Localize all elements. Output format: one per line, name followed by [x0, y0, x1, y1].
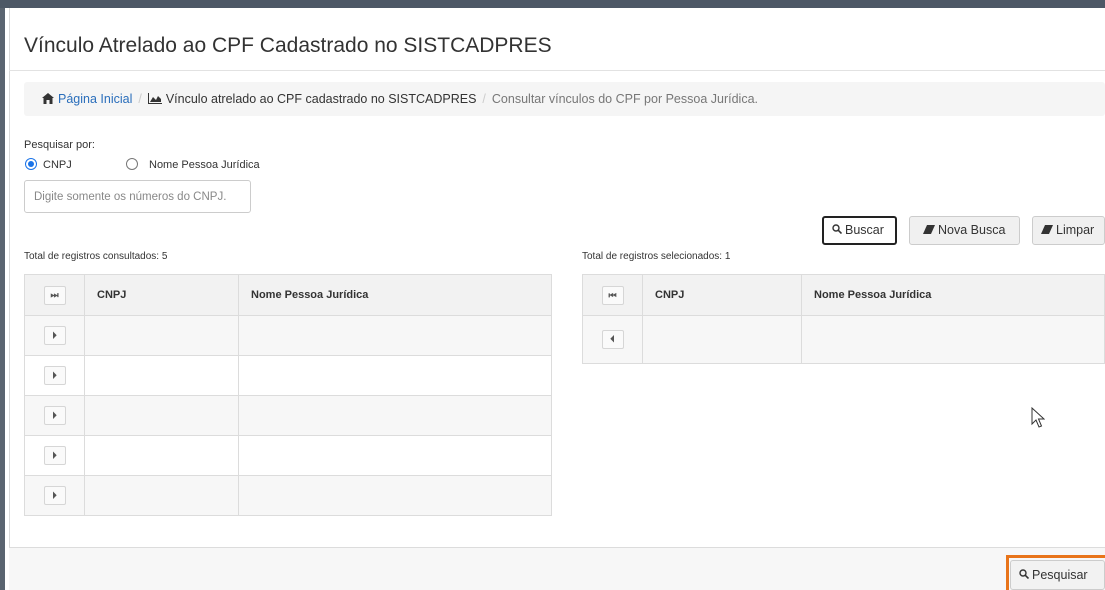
- table-header-nome: Nome Pessoa Jurídica: [801, 274, 1105, 316]
- move-right-icon[interactable]: ⏵: [43, 486, 66, 505]
- table-header-move-all: ⏭: [24, 274, 85, 316]
- breadcrumb-current: Consultar vínculos do CPF por Pessoa Jur…: [491, 92, 759, 106]
- nome-cell: [238, 475, 552, 516]
- pesquisar-label: Pesquisar: [1032, 568, 1088, 582]
- nome-cell: [238, 395, 552, 436]
- nome-cell: [238, 355, 552, 396]
- table-row: ⏴: [582, 315, 1105, 364]
- nome-cell: [238, 315, 552, 356]
- row-action-cell: ⏵: [24, 315, 85, 356]
- cnpj-input[interactable]: [24, 180, 251, 213]
- nova-busca-button[interactable]: Nova Busca: [909, 216, 1020, 245]
- move-all-left-icon[interactable]: ⏮: [601, 285, 624, 305]
- table-header-remove-all: ⏮: [582, 274, 643, 316]
- page-title: Vínculo Atrelado ao CPF Cadastrado no SI…: [24, 34, 552, 57]
- table-row: ⏵: [24, 435, 552, 476]
- limpar-button[interactable]: Limpar: [1032, 216, 1105, 245]
- breadcrumb-home-link[interactable]: Página Inicial: [58, 92, 132, 106]
- move-right-icon[interactable]: ⏵: [43, 446, 66, 465]
- radio-nome-pessoa-juridica[interactable]: [126, 158, 138, 170]
- buscar-label: Buscar: [845, 223, 884, 237]
- eraser-icon: [1041, 217, 1053, 244]
- row-action-cell: ⏵: [24, 395, 85, 436]
- consulted-table: ⏭ CNPJ Nome Pessoa Jurídica ⏵ ⏵ ⏵ ⏵ ⏵: [24, 274, 552, 516]
- breadcrumb: Página Inicial / Vínculo atrelado ao CPF …: [24, 82, 1105, 116]
- move-right-icon[interactable]: ⏵: [43, 326, 66, 345]
- nova-busca-label: Nova Busca: [938, 223, 1006, 237]
- total-consultados: Total de registros consultados: 5: [24, 251, 168, 262]
- search-icon: [1019, 561, 1030, 589]
- cnpj-cell: [84, 355, 239, 396]
- buscar-button[interactable]: Buscar: [822, 216, 897, 245]
- row-action-cell: ⏵: [24, 355, 85, 396]
- table-row: ⏵: [24, 475, 552, 516]
- move-all-right-icon[interactable]: ⏭: [43, 285, 66, 305]
- area-chart-icon: [147, 83, 162, 104]
- cnpj-cell: [84, 315, 239, 356]
- table-header-cnpj: CNPJ: [84, 274, 239, 316]
- table-row: ⏵: [24, 395, 552, 436]
- move-right-icon[interactable]: ⏵: [43, 406, 66, 425]
- breadcrumb-vinculo-link[interactable]: Vínculo atrelado ao CPF cadastrado no SI…: [166, 92, 477, 106]
- table-row: ⏵: [24, 315, 552, 356]
- title-divider: [9, 70, 1105, 71]
- cnpj-cell: [84, 435, 239, 476]
- selected-table: ⏮ CNPJ Nome Pessoa Jurídica ⏴: [582, 274, 1105, 364]
- left-window-edge: [0, 8, 5, 590]
- cnpj-cell: [84, 395, 239, 436]
- radio-nome-label[interactable]: Nome Pessoa Jurídica: [149, 159, 260, 171]
- footer-bar: [9, 548, 1105, 590]
- radio-cnpj-label[interactable]: CNPJ: [43, 159, 72, 171]
- row-action-cell: ⏵: [24, 435, 85, 476]
- cnpj-cell: [642, 315, 802, 364]
- home-icon: [42, 83, 54, 104]
- eraser-icon: [923, 217, 935, 244]
- top-window-bar: [0, 0, 1105, 8]
- total-selecionados: Total de registros selecionados: 1: [582, 251, 731, 262]
- table-header-nome: Nome Pessoa Jurídica: [238, 274, 552, 316]
- table-row: ⏵: [24, 355, 552, 396]
- move-right-icon[interactable]: ⏵: [43, 366, 66, 385]
- limpar-label: Limpar: [1056, 223, 1095, 237]
- radio-cnpj[interactable]: [25, 158, 37, 170]
- nome-cell: [801, 315, 1105, 364]
- row-action-cell: ⏵: [24, 475, 85, 516]
- search-icon: [832, 218, 843, 243]
- breadcrumb-separator: /: [482, 92, 486, 106]
- move-left-icon[interactable]: ⏴: [601, 330, 624, 349]
- search-by-label: Pesquisar por:: [24, 139, 95, 151]
- nome-cell: [238, 435, 552, 476]
- breadcrumb-separator: /: [138, 92, 142, 106]
- table-header-cnpj: CNPJ: [642, 274, 802, 316]
- cnpj-cell: [84, 475, 239, 516]
- mouse-pointer-icon: [1031, 407, 1045, 428]
- row-action-cell: ⏴: [582, 315, 643, 364]
- pesquisar-button[interactable]: Pesquisar: [1010, 560, 1105, 590]
